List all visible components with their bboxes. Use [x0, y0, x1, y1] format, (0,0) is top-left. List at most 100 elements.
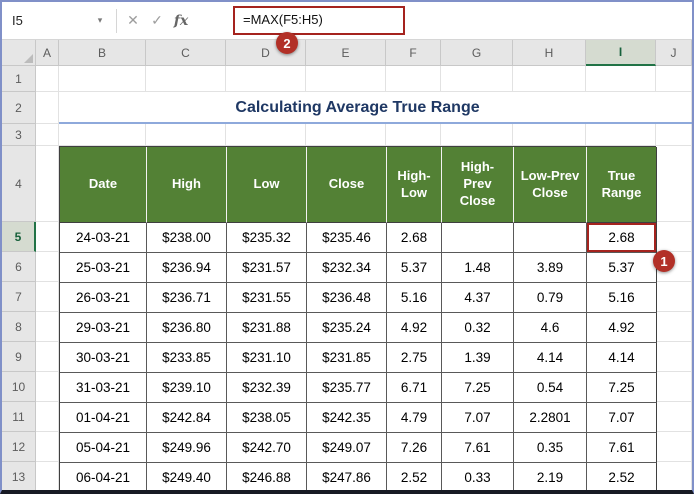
- cell-A3[interactable]: [36, 124, 59, 146]
- table-cell[interactable]: 2.2801: [514, 403, 587, 433]
- cell-C1[interactable]: [146, 66, 226, 92]
- cell-J7[interactable]: [656, 282, 692, 312]
- table-header-cell[interactable]: High: [147, 147, 227, 223]
- table-cell[interactable]: 4.79: [387, 403, 442, 433]
- table-cell[interactable]: $231.85: [307, 343, 387, 373]
- cell-A5[interactable]: [36, 222, 59, 252]
- table-cell[interactable]: 0.32: [442, 313, 514, 343]
- table-cell[interactable]: 5.16: [387, 283, 442, 313]
- table-cell[interactable]: $231.55: [227, 283, 307, 313]
- table-cell[interactable]: [514, 223, 587, 253]
- table-cell[interactable]: 5.37: [387, 253, 442, 283]
- column-header-J[interactable]: J: [656, 40, 692, 66]
- table-cell[interactable]: 4.6: [514, 313, 587, 343]
- table-cell[interactable]: $242.35: [307, 403, 387, 433]
- cell-J8[interactable]: [656, 312, 692, 342]
- enter-icon[interactable]: ✓: [145, 12, 169, 29]
- column-header-F[interactable]: F: [386, 40, 441, 66]
- table-cell[interactable]: 2.19: [514, 463, 587, 490]
- table-cell[interactable]: 4.14: [514, 343, 587, 373]
- cell-D1[interactable]: [226, 66, 306, 92]
- table-cell[interactable]: $239.10: [147, 373, 227, 403]
- cell-B3[interactable]: [59, 124, 146, 146]
- table-cell[interactable]: 29-03-21: [60, 313, 147, 343]
- column-header-I[interactable]: I: [586, 40, 656, 66]
- row-header-8[interactable]: 8: [2, 312, 36, 342]
- row-header-1[interactable]: 1: [2, 66, 36, 92]
- cell-A13[interactable]: [36, 462, 59, 490]
- table-header-cell[interactable]: Low-Prev Close: [514, 147, 587, 223]
- cell-A11[interactable]: [36, 402, 59, 432]
- table-cell[interactable]: $235.46: [307, 223, 387, 253]
- table-cell[interactable]: $247.86: [307, 463, 387, 490]
- table-cell[interactable]: 0.33: [442, 463, 514, 490]
- table-cell[interactable]: 5.16: [587, 283, 657, 313]
- table-cell[interactable]: 1.39: [442, 343, 514, 373]
- table-cell[interactable]: 24-03-21: [60, 223, 147, 253]
- cell-J11[interactable]: [656, 402, 692, 432]
- table-cell[interactable]: $235.32: [227, 223, 307, 253]
- row-header-3[interactable]: 3: [2, 124, 36, 146]
- table-cell[interactable]: 0.54: [514, 373, 587, 403]
- cell-H3[interactable]: [513, 124, 586, 146]
- cell-A4[interactable]: [36, 146, 59, 222]
- cell-A9[interactable]: [36, 342, 59, 372]
- table-cell[interactable]: 26-03-21: [60, 283, 147, 313]
- cell-J13[interactable]: [656, 462, 692, 490]
- cell-J4[interactable]: [656, 146, 692, 222]
- table-cell[interactable]: $236.94: [147, 253, 227, 283]
- table-cell[interactable]: $238.05: [227, 403, 307, 433]
- column-header-B[interactable]: B: [59, 40, 146, 66]
- cell-C3[interactable]: [146, 124, 226, 146]
- title-cell[interactable]: Calculating Average True Range: [59, 92, 656, 123]
- table-cell[interactable]: $249.40: [147, 463, 227, 490]
- cell-E1[interactable]: [306, 66, 386, 92]
- cell-D3[interactable]: [226, 124, 306, 146]
- table-cell[interactable]: 7.25: [587, 373, 657, 403]
- table-cell[interactable]: $233.85: [147, 343, 227, 373]
- table-cell[interactable]: 31-03-21: [60, 373, 147, 403]
- cell-I3[interactable]: [586, 124, 656, 146]
- table-cell[interactable]: $236.71: [147, 283, 227, 313]
- table-cell[interactable]: $235.24: [307, 313, 387, 343]
- table-cell[interactable]: 2.52: [387, 463, 442, 490]
- table-cell[interactable]: 2.68: [387, 223, 442, 253]
- row-header-13[interactable]: 13: [2, 462, 36, 490]
- table-cell[interactable]: 1.48: [442, 253, 514, 283]
- table-header-cell[interactable]: Low: [227, 147, 307, 223]
- cell-E3[interactable]: [306, 124, 386, 146]
- table-cell[interactable]: $235.77: [307, 373, 387, 403]
- cell-F1[interactable]: [386, 66, 441, 92]
- cell-J5[interactable]: [656, 222, 692, 252]
- table-cell[interactable]: 4.92: [587, 313, 657, 343]
- cell-G1[interactable]: [441, 66, 513, 92]
- cell-H1[interactable]: [513, 66, 586, 92]
- name-box[interactable]: I5: [2, 2, 88, 39]
- column-header-C[interactable]: C: [146, 40, 226, 66]
- row-header-7[interactable]: 7: [2, 282, 36, 312]
- table-cell[interactable]: 2.75: [387, 343, 442, 373]
- table-cell[interactable]: 7.61: [587, 433, 657, 463]
- table-cell[interactable]: $236.48: [307, 283, 387, 313]
- table-header-cell[interactable]: Close: [307, 147, 387, 223]
- table-cell[interactable]: $232.34: [307, 253, 387, 283]
- table-cell[interactable]: $236.80: [147, 313, 227, 343]
- table-cell[interactable]: $246.88: [227, 463, 307, 490]
- table-header-cell[interactable]: High-Low: [387, 147, 442, 223]
- cell-A12[interactable]: [36, 432, 59, 462]
- cell-I1[interactable]: [586, 66, 656, 92]
- cell-J10[interactable]: [656, 372, 692, 402]
- row-header-12[interactable]: 12: [2, 432, 36, 462]
- table-cell[interactable]: 06-04-21: [60, 463, 147, 490]
- cell-J2[interactable]: [656, 92, 692, 124]
- column-header-A[interactable]: A: [36, 40, 59, 66]
- table-cell[interactable]: 7.26: [387, 433, 442, 463]
- table-cell[interactable]: 7.07: [442, 403, 514, 433]
- table-cell[interactable]: $242.70: [227, 433, 307, 463]
- row-header-9[interactable]: 9: [2, 342, 36, 372]
- table-cell[interactable]: $249.07: [307, 433, 387, 463]
- table-cell[interactable]: 7.07: [587, 403, 657, 433]
- table-cell[interactable]: 5.37: [587, 253, 657, 283]
- row-header-6[interactable]: 6: [2, 252, 36, 282]
- cell-A8[interactable]: [36, 312, 59, 342]
